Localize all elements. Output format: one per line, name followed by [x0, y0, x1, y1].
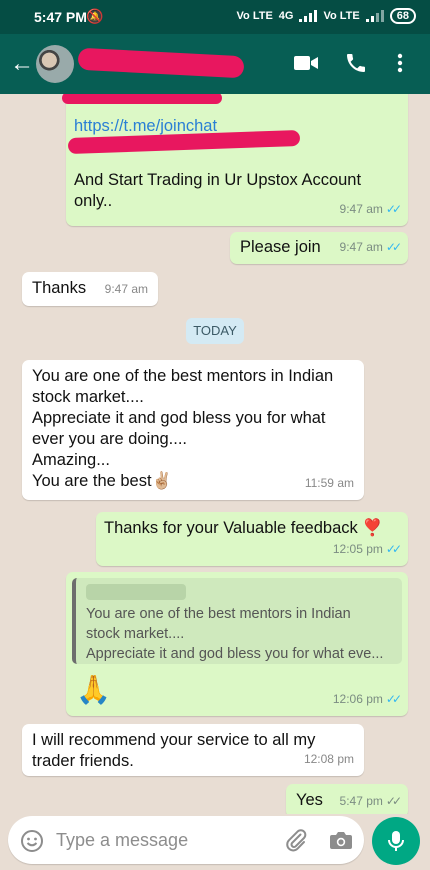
quoted-text: You are one of the best mentors in India…: [76, 600, 402, 664]
network-label: 4G: [278, 10, 294, 22]
status-time: 5:47 PM: [34, 9, 87, 25]
composer: Type a message: [0, 812, 430, 870]
message-meta: 11:59 am: [305, 473, 354, 494]
quoted-message[interactable]: You are one of the best mentors in India…: [72, 578, 402, 664]
message-line: You are the best✌🏼: [32, 472, 173, 490]
message-meta: 12:06 pm ✓✓: [332, 689, 402, 710]
message-line: You are one of the best mentors in India…: [32, 367, 334, 385]
quoted-line: stock market....: [86, 626, 185, 642]
message-time: 12:05 pm: [332, 542, 383, 556]
message-text: I will recommend your service to all my …: [32, 730, 315, 772]
message-line: trader friends.: [32, 752, 134, 770]
message-bubble-outgoing[interactable]: Please join 9:47 am ✓✓: [230, 232, 408, 264]
message-input[interactable]: Type a message: [56, 830, 188, 851]
message-bubble-outgoing[interactable]: Thanks for your Valuable feedback ❣️ 12:…: [96, 512, 408, 566]
message-meta: 9:47 am: [105, 279, 148, 300]
message-emoji: 🙏: [76, 674, 111, 705]
avatar[interactable]: [36, 45, 74, 83]
message-field[interactable]: Type a message: [8, 816, 364, 864]
signal-icon: [299, 10, 318, 22]
video-call-icon[interactable]: [293, 51, 319, 80]
message-time: 9:47 am: [104, 282, 148, 296]
message-list[interactable]: https://t.me/joinchat And Start Trading …: [0, 94, 430, 814]
read-ticks-icon: ✓✓: [385, 240, 402, 254]
message-line: I will recommend your service to all my: [32, 731, 316, 749]
redaction-mark: [62, 94, 222, 104]
status-bar: 5:47 PM 🔕 Vo LTE 4G Vo LTE 68: [0, 0, 430, 34]
message-line: Appreciate it and god bless you for what: [32, 409, 326, 427]
volte-badge-2: Vo LTE: [323, 10, 360, 22]
back-arrow-icon[interactable]: ←: [10, 52, 34, 76]
message-text: And Start Trading in Ur Upstox Account o…: [74, 171, 362, 210]
message-time: 5:47 pm: [339, 794, 383, 808]
signal-icon-2: [365, 10, 384, 22]
chat-header: ← +91: [0, 34, 430, 94]
battery-indicator: 68: [389, 8, 416, 24]
message-meta: 12:05 pm ✓✓: [332, 539, 402, 560]
attach-icon[interactable]: [284, 828, 308, 857]
mic-button[interactable]: [372, 817, 420, 865]
message-text: Thanks: [32, 279, 87, 297]
quoted-line: You are one of the best mentors in India…: [86, 606, 351, 622]
message-time: 11:59 am: [304, 476, 354, 490]
message-text: Please join: [240, 238, 321, 256]
message-time: 12:06 pm: [332, 692, 383, 706]
message-time: 9:47 am: [339, 240, 383, 254]
message-meta: 9:47 am ✓✓: [339, 199, 403, 220]
volte-badge: Vo LTE: [236, 10, 273, 22]
message-text: Thanks for your Valuable feedback ❣️: [104, 519, 383, 537]
quoted-sender-blurred: [86, 584, 186, 600]
read-ticks-icon: ✓✓: [385, 692, 402, 706]
message-bubble-outgoing[interactable]: Yes 5:47 pm ✓✓: [286, 784, 408, 814]
message-bubble-incoming[interactable]: Thanks 9:47 am: [22, 272, 158, 306]
voice-call-icon[interactable]: [344, 51, 368, 80]
mute-icon: 🔕: [86, 8, 104, 24]
read-ticks-icon: ✓✓: [385, 542, 402, 556]
message-text: You are one of the best mentors in India…: [32, 366, 333, 492]
delivered-ticks-icon: ✓✓: [385, 794, 402, 808]
read-ticks-icon: ✓✓: [385, 202, 402, 216]
message-meta: 5:47 pm ✓✓: [339, 791, 403, 812]
camera-icon[interactable]: [328, 828, 354, 857]
message-time: 9:47 am: [339, 202, 383, 216]
message-meta: 9:47 am ✓✓: [339, 237, 403, 258]
message-meta: 12:08 pm: [304, 749, 354, 770]
message-line: Amazing...: [32, 451, 110, 469]
microphone-icon: [388, 831, 404, 851]
more-options-icon[interactable]: [396, 51, 404, 80]
quoted-line: Appreciate it and god bless you for what…: [86, 646, 384, 662]
status-right: Vo LTE 4G Vo LTE 68: [237, 8, 416, 24]
message-bubble-incoming[interactable]: I will recommend your service to all my …: [22, 724, 364, 776]
message-time: 12:08 pm: [303, 752, 354, 766]
message-bubble-incoming[interactable]: You are one of the best mentors in India…: [22, 360, 364, 500]
date-separator: TODAY: [186, 318, 244, 344]
message-text: Yes: [296, 791, 323, 809]
emoji-icon[interactable]: [20, 829, 44, 858]
message-bubble-outgoing[interactable]: https://t.me/joinchat And Start Trading …: [62, 94, 408, 226]
message-line: ever you are doing....: [32, 430, 188, 448]
message-bubble-outgoing[interactable]: You are one of the best mentors in India…: [66, 572, 408, 716]
message-line: stock market....: [32, 388, 144, 406]
